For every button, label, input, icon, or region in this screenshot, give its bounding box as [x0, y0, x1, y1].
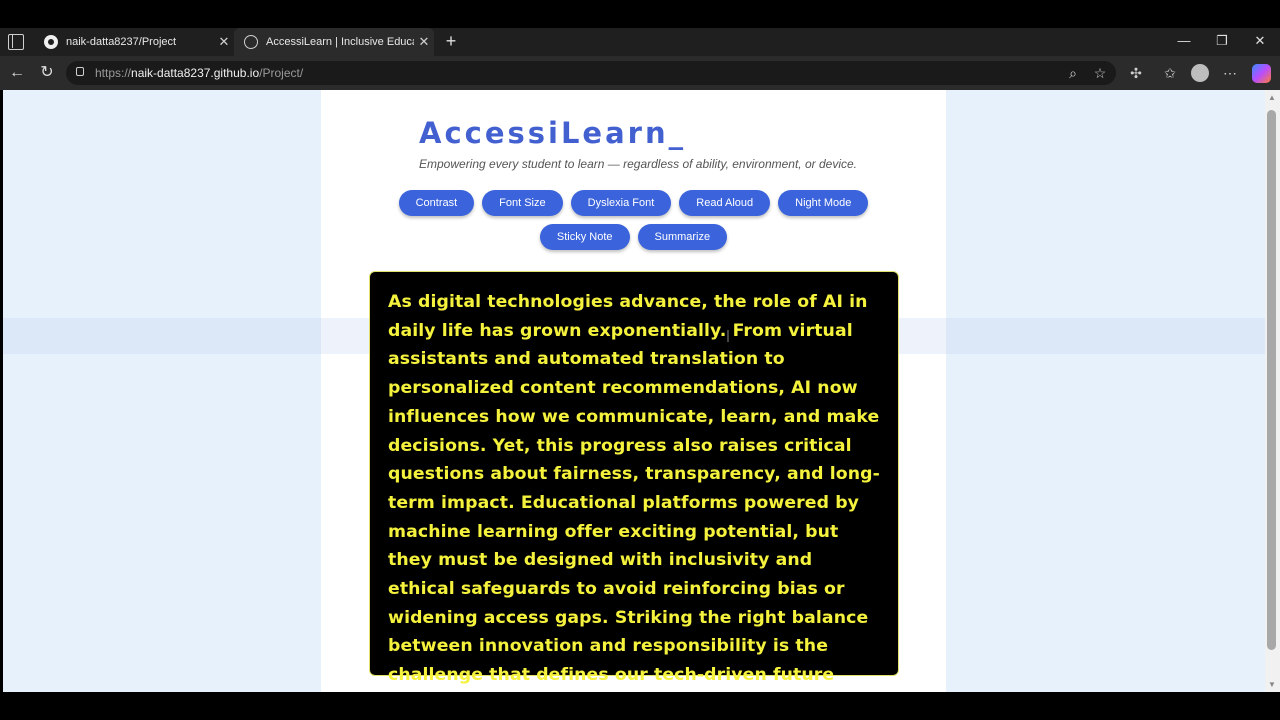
profile-avatar[interactable] — [1191, 64, 1209, 82]
scrollbar-thumb[interactable] — [1267, 110, 1276, 650]
extensions-icon[interactable]: ✣ — [1127, 64, 1145, 82]
tab-label: naik-datta8237/Project — [66, 36, 177, 48]
contrast-button[interactable]: Contrast — [398, 190, 475, 216]
close-icon[interactable]: ✕ — [414, 34, 434, 50]
url-scheme: https:// — [95, 66, 132, 80]
url-path: /Project/ — [259, 66, 304, 80]
more-menu-icon[interactable]: ⋯ — [1221, 64, 1239, 82]
reader-panel[interactable]: As digital technologies advance, the rol… — [369, 271, 899, 685]
back-button[interactable]: ← — [6, 62, 28, 84]
bottom-frame — [0, 692, 1280, 720]
globe-icon — [244, 35, 258, 49]
restore-button[interactable]: ❐ — [1212, 33, 1232, 49]
night-mode-button[interactable]: Night Mode — [778, 190, 869, 216]
close-icon[interactable]: ✕ — [214, 34, 234, 50]
refresh-button[interactable]: ↻ — [36, 62, 58, 84]
dyslexia-font-button[interactable]: Dyslexia Font — [570, 190, 672, 216]
new-tab-button[interactable]: + — [442, 31, 460, 52]
reader-text: As digital technologies advance, the rol… — [388, 292, 880, 686]
zoom-icon[interactable]: ⌕ — [1064, 64, 1082, 82]
accessibility-toolbar: Contrast Font Size Dyslexia Font Read Al… — [321, 190, 946, 250]
github-icon — [44, 35, 58, 49]
scroll-up-icon[interactable]: ▲ — [1268, 93, 1276, 102]
page-viewport: AccessiLearn_ Empowering every student t… — [3, 90, 1265, 692]
font-size-button[interactable]: Font Size — [482, 190, 563, 216]
tab-accessilearn[interactable]: AccessiLearn | Inclusive Education ✕ — [234, 28, 434, 56]
url-text[interactable]: https://naik-datta8237.github.io/Project… — [95, 66, 303, 80]
url-host: naik-datta8237.github.io — [131, 66, 260, 80]
tab-github[interactable]: naik-datta8237/Project ✕ — [34, 28, 234, 56]
page-title: AccessiLearn_ — [419, 116, 687, 150]
text-cursor — [727, 330, 729, 342]
lock-icon[interactable] — [76, 67, 84, 76]
read-aloud-button[interactable]: Read Aloud — [679, 190, 771, 216]
tab-label: AccessiLearn | Inclusive Education — [266, 36, 414, 48]
tagline: Empowering every student to learn — rega… — [419, 157, 857, 171]
tab-actions-icon[interactable] — [8, 34, 24, 50]
favorite-star-icon[interactable]: ☆ — [1091, 64, 1109, 82]
favorites-icon[interactable]: ✩ — [1161, 64, 1179, 82]
summarize-button[interactable]: Summarize — [637, 224, 728, 250]
copilot-icon[interactable] — [1252, 64, 1271, 83]
scroll-down-icon[interactable]: ▼ — [1268, 680, 1276, 689]
main-card: AccessiLearn_ Empowering every student t… — [321, 90, 946, 692]
minimize-button[interactable]: — — [1174, 33, 1194, 48]
sticky-note-button[interactable]: Sticky Note — [539, 224, 630, 250]
window-close-button[interactable]: ✕ — [1250, 33, 1270, 49]
